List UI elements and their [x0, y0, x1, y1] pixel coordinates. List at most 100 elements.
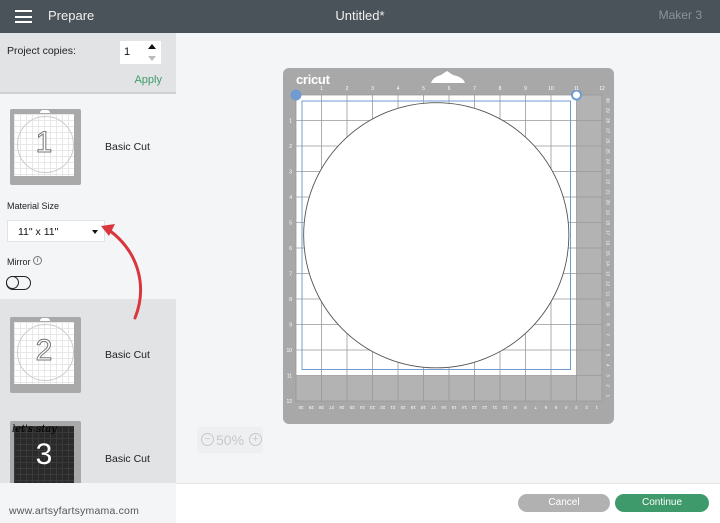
ruler-tick-label: 4	[289, 195, 292, 201]
ruler-tick-label: 5	[554, 405, 557, 410]
ruler-tick-label: 3	[575, 405, 578, 410]
project-copies-panel: Project copies: 1 Apply	[0, 33, 176, 94]
ruler-tick-label: 8	[606, 323, 611, 326]
ruler-tick-label: 10	[606, 302, 611, 308]
mat-label: Basic Cut	[105, 349, 150, 361]
ruler-tick-label: 8	[289, 297, 292, 303]
watermark: www.artsyfartsymama.com	[9, 505, 140, 517]
ruler-tick-label: 25	[349, 405, 355, 410]
material-size-value: 11" x 11"	[18, 226, 59, 238]
ruler-tick-label: 14	[461, 405, 467, 410]
material-size-label: Material Size	[7, 201, 60, 211]
mirror-label: Mirror	[7, 257, 31, 267]
sidebar-footer	[0, 483, 176, 523]
red-arrow-annotation	[101, 224, 142, 320]
top-bar: Prepare Untitled* Maker 3	[0, 0, 720, 33]
ruler-tick-label: 18	[421, 405, 427, 410]
ruler-tick-label: 16	[441, 405, 447, 410]
decrement-arrow-icon[interactable]	[148, 56, 156, 61]
ruler-tick-label: 7	[473, 86, 476, 92]
ruler-tick-label: 6	[606, 344, 611, 347]
ruler-tick-label: 13	[472, 405, 478, 410]
ruler-tick-label: 14	[606, 261, 611, 267]
circle-shape	[303, 102, 570, 369]
ruler-tick-label: 21	[606, 189, 611, 195]
project-copies-label: Project copies:	[7, 45, 76, 57]
ruler-tick-label: 26	[339, 405, 345, 410]
more-options-icon	[290, 89, 302, 101]
ruler-tick-label: 2	[346, 86, 349, 92]
ruler-tick-label: 2	[585, 405, 588, 410]
toggle-knob	[6, 276, 19, 289]
ruler-tick-label: 4	[397, 86, 400, 92]
ruler-tick-label: 27	[606, 128, 611, 134]
ruler-tick-label: 10	[286, 348, 292, 354]
ruler-tick-label: 17	[606, 230, 611, 236]
ruler-tick-label: 4	[606, 364, 611, 367]
mat-number: 2	[35, 334, 53, 368]
ruler-tick-label: 15	[606, 251, 611, 257]
mat-label: Basic Cut	[105, 453, 150, 465]
ruler-tick-label: 17	[431, 405, 437, 410]
ruler-tick-label: 4	[565, 405, 568, 410]
zoom-in-icon[interactable]: +	[249, 433, 262, 446]
ruler-tick-label: 29	[308, 405, 314, 410]
ruler-tick-label: 11	[606, 292, 611, 297]
mat-number: 3	[35, 438, 53, 471]
ruler-tick-label: 29	[606, 108, 611, 114]
ruler-tick-label: 3	[371, 86, 374, 92]
ruler-tick-label: 12	[599, 86, 605, 92]
ruler-tick-label: 19	[606, 210, 611, 216]
ruler-tick-label: 9	[289, 323, 292, 329]
machine-name[interactable]: Maker 3	[659, 8, 702, 22]
ruler-tick-label: 10	[502, 405, 508, 410]
mat-thumbnail[interactable]: let's stay 3	[10, 421, 81, 483]
ruler-tick-label: 22	[606, 179, 611, 185]
ruler-tick-label: 3	[606, 374, 611, 377]
project-title[interactable]: Untitled*	[335, 8, 384, 23]
ruler-tick-label: 1	[606, 395, 611, 398]
ruler-tick-label: 7	[289, 272, 292, 278]
cancel-button[interactable]: Cancel	[518, 494, 610, 512]
increment-arrow-icon[interactable]	[148, 44, 156, 49]
ruler-tick-label: 10	[548, 86, 554, 92]
ruler-tick-label: 25	[606, 149, 611, 155]
cutting-mat: cricut 1 2 3 4 5 6 7 8 9 10 11 12 1 2 3 4 5 6 7 8 9 10 11 12 30 2…	[283, 68, 614, 424]
ruler-tick-label: 15	[451, 405, 457, 410]
info-icon[interactable]: i	[33, 256, 42, 265]
ruler-tick-label: 6	[289, 246, 292, 252]
ruler-tick-label: 6	[448, 86, 451, 92]
mat-thumbnail[interactable]: 2	[10, 317, 81, 393]
mat-item-2[interactable]: 2 Basic Cut	[0, 313, 176, 403]
ruler-tick-label: 5	[422, 86, 425, 92]
ruler-tick-label: 3	[289, 170, 292, 176]
ruler-tick-label: 9	[524, 86, 527, 92]
ruler-tick-label: 8	[499, 86, 502, 92]
ruler-tick-label: 1	[320, 86, 323, 92]
apply-button[interactable]: Apply	[134, 74, 162, 86]
mat-number: 1	[35, 126, 53, 160]
ruler-tick-label: 19	[410, 405, 416, 410]
hamburger-menu-icon[interactable]	[15, 10, 32, 23]
ruler-tick-label: 11	[492, 405, 497, 410]
project-copies-stepper[interactable]: 1	[120, 41, 161, 64]
mat-item-3[interactable]: let's stay 3 Basic Cut	[0, 417, 176, 483]
section-title: Prepare	[48, 8, 95, 23]
ruler-tick-label: 26	[606, 138, 611, 144]
material-size-select[interactable]: 11" x 11"	[7, 220, 105, 242]
ruler-tick-label: 27	[329, 405, 335, 410]
continue-button[interactable]: Continue	[615, 494, 709, 512]
mirror-toggle[interactable]	[6, 276, 31, 290]
ruler-tick-label: 30	[606, 98, 611, 104]
ruler-tick-label: 11	[574, 86, 579, 92]
mat-grid-area[interactable]: 1 2 3 4 5 6 7 8 9 10 11 1212345678910111230 29 28 27 26…	[283, 68, 614, 424]
mat-item-1[interactable]: 1 Basic Cut	[0, 105, 176, 195]
ruler-tick-label: 11	[287, 374, 292, 380]
ruler-tick-label: 20	[400, 405, 406, 410]
mat-thumbnail[interactable]: 1	[10, 109, 81, 185]
ruler-tick-label: 22	[380, 405, 386, 410]
mat-notch	[40, 110, 50, 113]
zoom-out-icon[interactable]: −	[201, 433, 214, 446]
ruler-tick-label: 24	[606, 159, 611, 165]
project-copies-value[interactable]: 1	[124, 46, 130, 58]
